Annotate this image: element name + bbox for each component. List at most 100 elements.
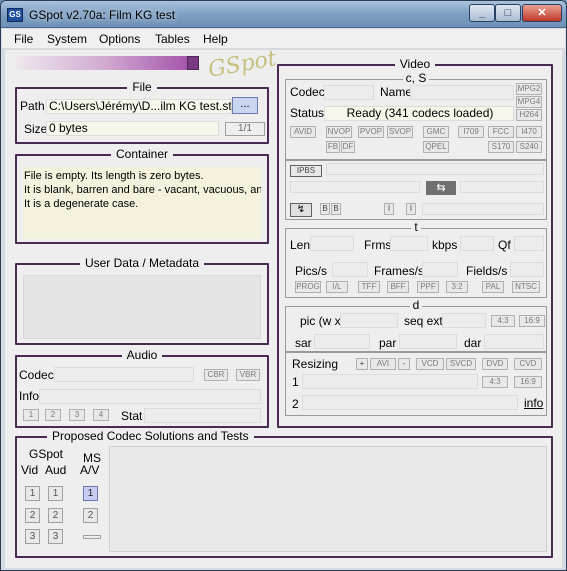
menu-bar: File System Options Tables Help [2,29,565,49]
i709-button[interactable]: I709 [458,126,484,138]
path-field[interactable]: C:\Users\Jérémy\D...ilm KG test.stx [46,99,232,114]
userdata-group-title: User Data / Metadata [79,256,205,270]
qpel-button[interactable]: QPEL [423,141,449,153]
ms-1-button[interactable]: 1 [83,486,98,501]
bff-button[interactable]: BFF [387,281,409,293]
s240-button[interactable]: S240 [516,141,542,153]
vcd-button[interactable]: VCD [416,358,444,370]
interlaced-button[interactable]: I/L [326,281,348,293]
menu-help[interactable]: Help [203,32,228,46]
browse-button[interactable]: ... [232,97,258,114]
svop-button[interactable]: SVOP [387,126,413,138]
seqext-label: seq ext [404,314,443,328]
pan-tool-icon[interactable]: ↯ [290,203,312,217]
gmc-button[interactable]: GMC [423,126,449,138]
fb-button[interactable]: FB [326,141,340,153]
menu-system[interactable]: System [47,32,87,46]
menu-file[interactable]: File [14,32,33,46]
frame-i1-button[interactable]: I [384,203,394,215]
frame-detail-field [422,203,544,215]
gspot-label: GSpot [29,447,64,461]
aud-label: Aud [45,463,67,477]
aspect-4-3-button[interactable]: 4:3 [491,315,515,327]
ppf-button[interactable]: PPF [417,281,439,293]
mpg2-button[interactable]: MPG2 [516,83,542,95]
color-gradient-strip [15,56,199,70]
minimize-button[interactable]: _ [469,4,495,22]
title-bar[interactable]: GS GSpot v2.70a: Film KG test _ □ ✕ [1,1,566,28]
h264-button[interactable]: H264 [516,109,542,121]
app-icon[interactable]: GS [7,8,23,22]
ipbs-button[interactable]: IPBS [290,165,322,177]
pvop-button[interactable]: PVOP [358,126,384,138]
aspect-16-9-button[interactable]: 16:9 [519,315,545,327]
vid-2-button[interactable]: 2 [25,508,40,523]
resize-4-3-button[interactable]: 4:3 [482,376,508,388]
vbr-button[interactable]: VBR [236,369,260,381]
file-group: File Path C:\Users\Jérémy\D...ilm KG tes… [15,80,269,144]
proposed-results-area [109,446,547,552]
frame-b2-button[interactable]: B [331,203,341,215]
i470-button[interactable]: I470 [516,126,542,138]
window-title: GSpot v2.70a: Film KG test [29,8,176,22]
kbps-label: kbps [432,238,458,252]
prog-button[interactable]: PROG [295,281,321,293]
aud-3-button[interactable]: 3 [48,529,63,544]
resize-minus-button[interactable]: - [398,358,410,370]
info-link[interactable]: info [524,396,543,410]
container-line: It is a degenerate case. [24,198,139,210]
audio-stream-2-button[interactable]: 2 [45,409,61,421]
tff-button[interactable]: TFF [358,281,380,293]
avid-button[interactable]: AVID [290,126,316,138]
gspot-window: GS GSpot v2.70a: Film KG test _ □ ✕ File… [0,0,567,571]
mpg4-button[interactable]: MPG4 [516,96,542,108]
dvd-button[interactable]: DVD [482,358,508,370]
audio-stream-4-button[interactable]: 4 [93,409,109,421]
proposed-group: Proposed Codec Solutions and Tests GSpot… [15,429,553,558]
pulldown-button[interactable]: 3:2 [446,281,468,293]
nvop-button[interactable]: NVOP [326,126,352,138]
pal-button[interactable]: PAL [482,281,504,293]
frame-b1-button[interactable]: B [320,203,330,215]
status-label: Status [290,106,325,120]
codec-subgroup: c, S Codec Name MPG2 MPG4 H264 Status Re… [285,71,547,160]
df-button[interactable]: DF [341,141,355,153]
fcc-button[interactable]: FCC [488,126,514,138]
fields-field [510,262,544,277]
svcd-button[interactable]: SVCD [446,358,476,370]
menu-options[interactable]: Options [99,32,140,46]
cvd-button[interactable]: CVD [514,358,542,370]
aud-2-button[interactable]: 2 [48,508,63,523]
sar-label: sar [295,336,312,350]
maximize-button[interactable]: □ [495,4,521,22]
fields-label: Fields/s [466,264,508,278]
container-line: It is blank, barren and bare - vacant, v… [24,184,261,196]
vid-3-button[interactable]: 3 [25,529,40,544]
ntsc-button[interactable]: NTSC [512,281,540,293]
swap-arrows-icon[interactable]: ⇆ [426,181,456,195]
menu-tables[interactable]: Tables [155,32,190,46]
cbr-button[interactable]: CBR [204,369,228,381]
qf-label: Qf [498,238,511,252]
video-codec-label: Codec [290,85,325,99]
userdata-group: User Data / Metadata [15,256,269,345]
audio-stream-1-button[interactable]: 1 [23,409,39,421]
audio-stream-3-button[interactable]: 3 [69,409,85,421]
resize-16-9-button[interactable]: 16:9 [514,376,542,388]
aud-1-button[interactable]: 1 [48,486,63,501]
resize-avi-button[interactable]: AVI [370,358,396,370]
close-button[interactable]: ✕ [522,4,562,22]
audio-codec-label: Codec [19,368,54,382]
s170-button[interactable]: S170 [488,141,514,153]
dar-field [484,334,544,349]
qf-field [514,236,544,251]
ms-2-button[interactable]: 2 [83,508,98,523]
frame-i2-button[interactable]: I [406,203,416,215]
resizing-label: Resizing [292,357,339,371]
resize-plus-button[interactable]: + [356,358,368,370]
sar-field [314,334,370,349]
vid-label: Vid [21,463,39,477]
stat-label: Stat [121,409,143,423]
vid-1-button[interactable]: 1 [25,486,40,501]
par-field [399,334,457,349]
